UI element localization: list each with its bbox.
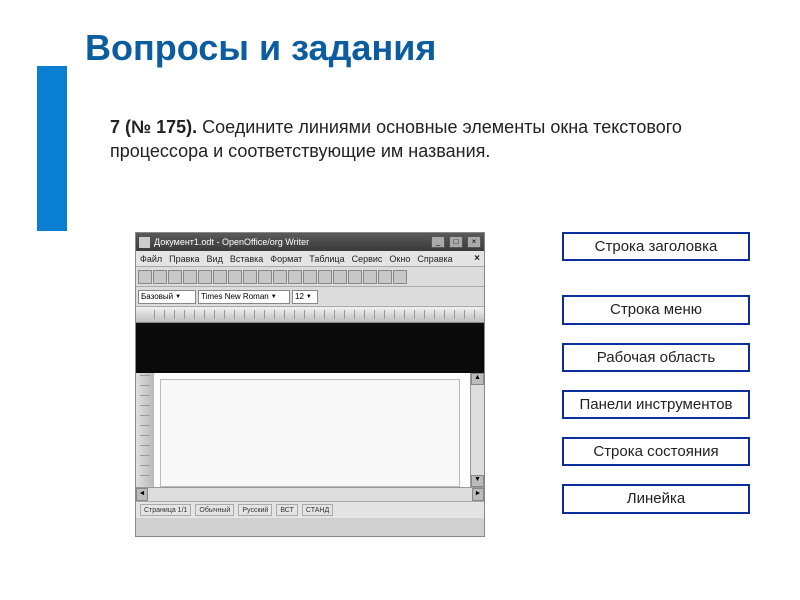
app-icon <box>139 237 150 248</box>
menu-help[interactable]: Справка <box>417 254 452 264</box>
tb-undo-icon[interactable] <box>288 270 302 284</box>
close-button[interactable]: × <box>467 236 481 248</box>
menu-format[interactable]: Формат <box>270 254 302 264</box>
scroll-right-icon[interactable]: ► <box>472 488 484 501</box>
tb-preview-icon[interactable] <box>213 270 227 284</box>
tb-help-icon[interactable] <box>393 270 407 284</box>
tb-link-icon[interactable] <box>318 270 332 284</box>
menu-window[interactable]: Окно <box>389 254 410 264</box>
status-page: Страница 1/1 <box>140 504 191 516</box>
tb-zoom-icon[interactable] <box>378 270 392 284</box>
slide-title: Вопросы и задания <box>85 27 436 69</box>
tb-cut-icon[interactable] <box>243 270 257 284</box>
tb-save-icon[interactable] <box>168 270 182 284</box>
document-page[interactable] <box>160 379 460 487</box>
menu-table[interactable]: Таблица <box>309 254 344 264</box>
document-close-icon[interactable]: × <box>474 253 480 264</box>
tb-copy-icon[interactable] <box>258 270 272 284</box>
chevron-down-icon: ▼ <box>306 294 312 300</box>
task-text: 7 (№ 175). Соедините линиями основные эл… <box>110 115 695 164</box>
status-ins: ВСТ <box>276 504 298 516</box>
tb-redo-icon[interactable] <box>303 270 317 284</box>
chevron-down-icon: ▼ <box>271 294 277 300</box>
tb-new-icon[interactable] <box>138 270 152 284</box>
label-title-bar[interactable]: Строка заголовка <box>562 232 750 261</box>
status-style: Обычный <box>195 504 234 516</box>
size-value: 12 <box>295 292 304 301</box>
task-number: 7 (№ 175). <box>110 117 197 137</box>
scroll-up-icon[interactable]: ▲ <box>471 373 484 385</box>
work-area-row: ▲ ▼ <box>136 373 484 487</box>
menu-insert[interactable]: Вставка <box>230 254 263 264</box>
style-value: Базовый <box>141 292 173 301</box>
accent-bar <box>37 66 67 231</box>
vertical-scrollbar[interactable]: ▲ ▼ <box>470 373 484 487</box>
menu-edit[interactable]: Правка <box>169 254 199 264</box>
label-work-area[interactable]: Рабочая область <box>562 343 750 372</box>
menu-tools[interactable]: Сервис <box>352 254 383 264</box>
font-dropdown[interactable]: Times New Roman ▼ <box>198 290 290 304</box>
scroll-track-h[interactable] <box>148 488 472 501</box>
style-dropdown[interactable]: Базовый ▼ <box>138 290 196 304</box>
horizontal-ruler[interactable] <box>136 307 484 323</box>
formatting-toolbar: Базовый ▼ Times New Roman ▼ 12 ▼ <box>136 287 484 307</box>
scroll-left-icon[interactable]: ◄ <box>136 488 148 501</box>
label-ruler[interactable]: Линейка <box>562 484 750 513</box>
slide: Вопросы и задания 7 (№ 175). Соедините л… <box>0 0 800 600</box>
standard-toolbar <box>136 267 484 287</box>
menu-bar: Файл Правка Вид Вставка Формат Таблица С… <box>136 251 484 267</box>
label-menu-bar[interactable]: Строка меню <box>562 295 750 324</box>
tb-chart-icon[interactable] <box>348 270 362 284</box>
font-value: Times New Roman <box>201 292 269 301</box>
tb-paste-icon[interactable] <box>273 270 287 284</box>
status-std: СТАНД <box>302 504 333 516</box>
menu-file[interactable]: Файл <box>140 254 162 264</box>
scroll-track[interactable] <box>471 385 484 475</box>
page-top-shadow <box>136 323 484 373</box>
tb-find-icon[interactable] <box>363 270 377 284</box>
vertical-ruler[interactable] <box>136 373 154 487</box>
minimize-button[interactable]: _ <box>431 236 445 248</box>
menu-view[interactable]: Вид <box>207 254 223 264</box>
size-dropdown[interactable]: 12 ▼ <box>292 290 318 304</box>
chevron-down-icon: ▼ <box>175 294 181 300</box>
maximize-button[interactable]: □ <box>449 236 463 248</box>
status-lang: Русский <box>238 504 272 516</box>
tb-mail-icon[interactable] <box>183 270 197 284</box>
answer-labels: Строка заголовка Строка меню Рабочая обл… <box>562 232 750 514</box>
tb-table-icon[interactable] <box>333 270 347 284</box>
tb-open-icon[interactable] <box>153 270 167 284</box>
horizontal-scrollbar[interactable]: ◄ ► <box>136 487 484 501</box>
window-title: Документ1.odt - OpenOffice/org Writer <box>154 237 427 247</box>
editor-window: Документ1.odt - OpenOffice/org Writer _ … <box>135 232 485 537</box>
scroll-down-icon[interactable]: ▼ <box>471 475 484 487</box>
title-bar: Документ1.odt - OpenOffice/org Writer _ … <box>136 233 484 251</box>
label-status-bar[interactable]: Строка состояния <box>562 437 750 466</box>
tb-spell-icon[interactable] <box>228 270 242 284</box>
status-bar: Страница 1/1 Обычный Русский ВСТ СТАНД <box>136 501 484 518</box>
tb-print-icon[interactable] <box>198 270 212 284</box>
label-toolbars[interactable]: Панели инструментов <box>562 390 750 419</box>
